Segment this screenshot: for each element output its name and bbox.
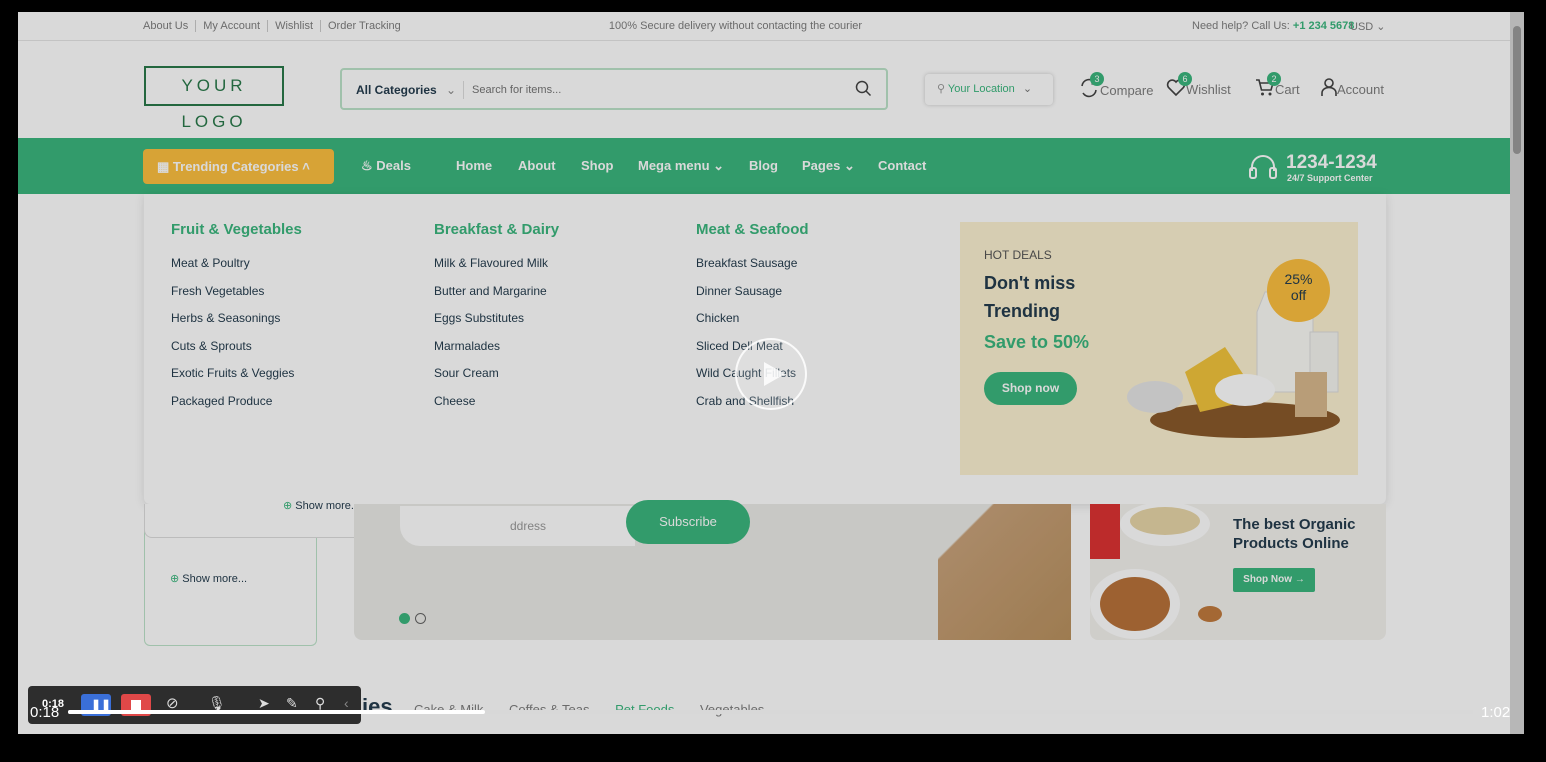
stop-icon (131, 700, 141, 710)
play-icon (764, 362, 785, 386)
recording-toolbar: 0:18 ❚❚ ⊘ 🎙 ➤ ✎ ⚲ ‹ (28, 686, 361, 724)
video-timeline[interactable] (68, 710, 1473, 714)
timeline-progress (68, 710, 486, 714)
current-time: 0:18 (30, 704, 60, 721)
play-button[interactable] (735, 338, 807, 410)
collapse-icon[interactable]: ‹ (344, 695, 349, 711)
total-time: 1:02 (1481, 704, 1511, 721)
